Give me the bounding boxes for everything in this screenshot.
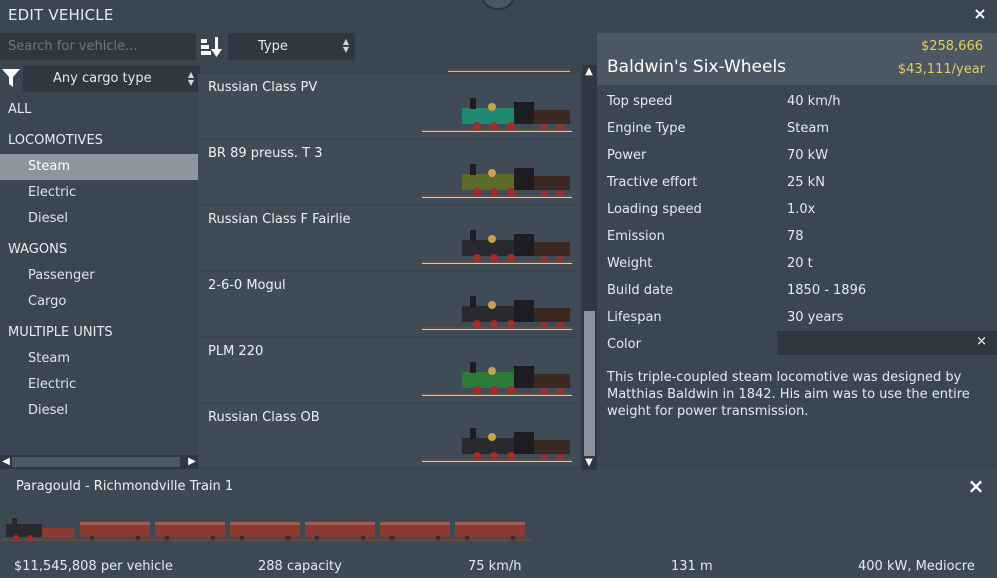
scroll-up-icon[interactable]: ▲ — [584, 66, 594, 78]
spec-row: Top speed 40 km/h — [597, 88, 997, 115]
scroll-left-icon[interactable]: ◀ — [1, 456, 11, 468]
spec-value: 40 km/h — [787, 94, 841, 109]
scroll-down-icon[interactable]: ▼ — [584, 457, 594, 469]
vehicle-row[interactable]: Russian Class OB — [198, 404, 580, 467]
window-title: EDIT VEHICLE — [8, 6, 114, 24]
vehicle-image — [422, 296, 572, 330]
train-consist[interactable] — [2, 516, 532, 544]
top-drag-handle[interactable] — [482, 0, 514, 10]
category-item[interactable]: Passenger — [0, 263, 198, 289]
close-icon[interactable]: × — [970, 4, 990, 24]
vehicle-list-scrollbar[interactable]: ▲ ▼ — [582, 65, 597, 470]
vehicle-image — [422, 428, 572, 462]
category-item[interactable]: Electric — [0, 372, 198, 398]
category-header[interactable]: MULTIPLE UNITS — [0, 320, 198, 346]
color-picker[interactable]: × — [777, 331, 997, 355]
vehicle-image — [422, 230, 572, 264]
category-header[interactable]: ALL — [0, 97, 198, 123]
consist-image — [2, 518, 532, 541]
vehicle-image — [422, 164, 572, 198]
dropdown-arrows-icon: ▲ ▼ — [342, 37, 349, 54]
vehicle-name: Russian Class F Fairlie — [208, 212, 351, 227]
category-item[interactable]: Cargo — [0, 289, 198, 315]
spec-row: Loading speed 1.0x — [597, 196, 997, 223]
spec-value: 1850 - 1896 — [787, 283, 867, 298]
train-panel: Paragould - Richmondville Train 1 × $11,… — [0, 470, 997, 578]
spec-row: Build date 1850 - 1896 — [597, 277, 997, 304]
sort-type-label: Type — [258, 39, 288, 54]
clear-color-icon[interactable]: × — [976, 334, 987, 349]
vehicle-row[interactable]: PLM 220 — [198, 338, 580, 402]
category-item[interactable]: Electric — [0, 180, 198, 206]
sort-icon[interactable] — [200, 36, 224, 58]
spec-row: Power 70 kW — [597, 142, 997, 169]
vehicle-row[interactable]: BR 89 preuss. T 3 — [198, 140, 580, 204]
spec-row: Weight 20 t — [597, 250, 997, 277]
spec-key: Build date — [607, 283, 674, 298]
spec-value: 30 years — [787, 310, 844, 325]
category-horizontal-scrollbar[interactable]: ◀ ▶ — [0, 455, 198, 469]
category-header[interactable]: WAGONS — [0, 237, 198, 263]
vehicle-title: Baldwin's Six-Wheels — [607, 57, 787, 77]
spec-key: Power — [607, 148, 647, 163]
detail-header: Baldwin's Six-Wheels $258,666 $43,111/ye… — [597, 33, 997, 85]
spec-value: 70 kW — [787, 148, 829, 163]
vehicle-name: BR 89 preuss. T 3 — [208, 146, 323, 161]
spec-key: Engine Type — [607, 121, 686, 136]
spec-key: Tractive effort — [607, 175, 698, 190]
spec-value: Steam — [787, 121, 829, 136]
vehicle-name: 2-6-0 Mogul — [208, 278, 286, 293]
spec-key: Weight — [607, 256, 653, 271]
partial-vehicle-image — [448, 62, 570, 72]
train-capacity: 288 capacity — [258, 559, 342, 574]
category-item[interactable]: Steam — [0, 154, 198, 180]
spec-value: 25 kN — [787, 175, 825, 190]
vehicle-row[interactable]: Russian Class F Fairlie — [198, 206, 580, 270]
spec-row: Lifespan 30 years — [597, 304, 997, 331]
vehicle-list: Russian Class PV BR 89 preuss. T 3 Russian… — [198, 62, 580, 467]
close-icon[interactable]: × — [966, 476, 986, 496]
vehicle-upkeep: $43,111/year — [897, 62, 985, 77]
spec-key: Top speed — [607, 94, 673, 109]
spec-value: 78 — [787, 229, 804, 244]
sort-type-select[interactable]: Type ▲ ▼ — [228, 33, 355, 60]
category-header[interactable]: LOCOMOTIVES — [0, 128, 198, 154]
train-speed: 75 km/h — [468, 559, 522, 574]
vehicle-image — [422, 98, 572, 132]
spec-value: 20 t — [787, 256, 813, 271]
train-name: Paragould - Richmondville Train 1 — [16, 479, 234, 494]
cargo-type-select[interactable]: Any cargo type ▲ ▼ — [23, 66, 200, 92]
spec-key: Lifespan — [607, 310, 662, 325]
vehicle-image — [422, 362, 572, 396]
train-length: 131 m — [671, 559, 713, 574]
spec-row: Tractive effort 25 kN — [597, 169, 997, 196]
spec-key: Loading speed — [607, 202, 702, 217]
vehicle-row[interactable]: 2-6-0 Mogul — [198, 272, 580, 336]
category-item[interactable]: Steam — [0, 346, 198, 372]
search-input[interactable] — [0, 33, 196, 60]
train-cost: $11,545,808 per vehicle — [14, 559, 173, 574]
category-item[interactable]: Diesel — [0, 398, 198, 424]
vehicle-detail-panel: Baldwin's Six-Wheels $258,666 $43,111/ye… — [597, 33, 997, 470]
vehicle-price: $258,666 — [920, 39, 983, 54]
dropdown-arrows-icon: ▲ ▼ — [187, 70, 194, 87]
vehicle-description: This triple-coupled steam locomotive was… — [607, 370, 970, 419]
scrollbar-thumb[interactable] — [584, 311, 595, 456]
vehicle-name: PLM 220 — [208, 344, 264, 359]
color-label: Color — [607, 337, 641, 352]
filter-icon[interactable] — [2, 68, 20, 88]
spec-value: 1.0x — [787, 202, 816, 217]
cargo-type-label: Any cargo type — [53, 71, 152, 86]
category-item[interactable]: Diesel — [0, 206, 198, 232]
spec-key: Emission — [607, 229, 665, 244]
spec-row: Engine Type Steam — [597, 115, 997, 142]
scroll-right-icon[interactable]: ▶ — [187, 456, 197, 468]
spec-row: Emission 78 — [597, 223, 997, 250]
train-power: 400 kW, Mediocre — [858, 559, 975, 574]
vehicle-name: Russian Class PV — [208, 80, 318, 95]
scrollbar-thumb[interactable] — [12, 457, 180, 467]
vehicle-name: Russian Class OB — [208, 410, 320, 425]
vehicle-row[interactable]: Russian Class PV — [198, 74, 580, 138]
